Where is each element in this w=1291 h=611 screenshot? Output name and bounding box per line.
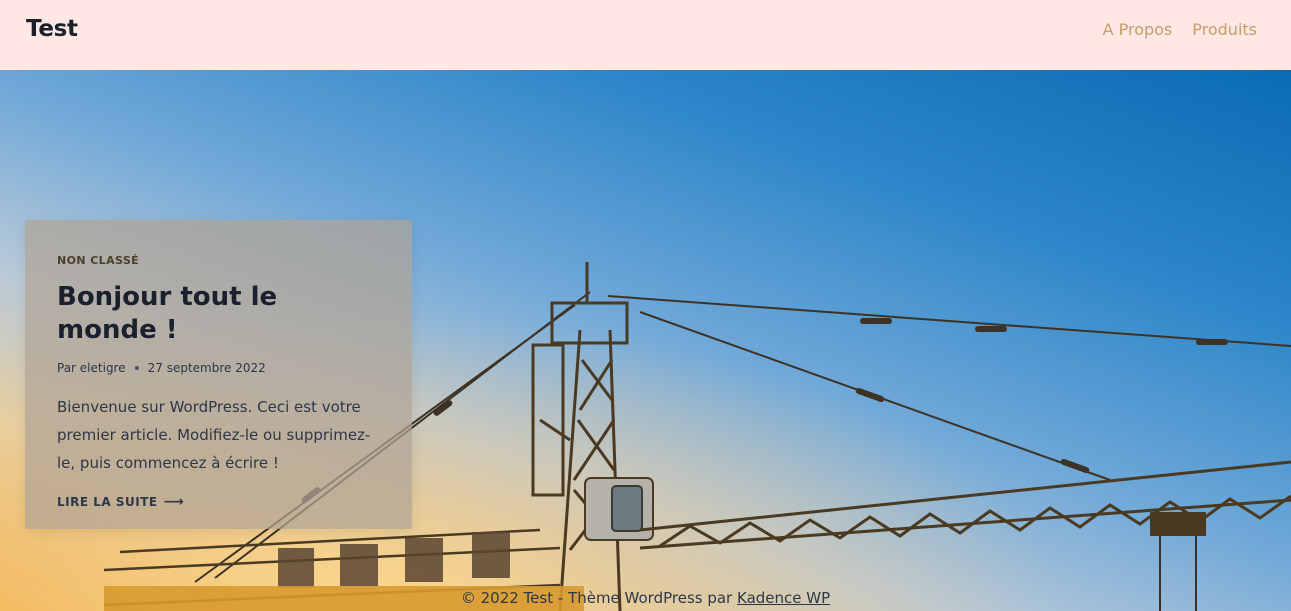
arrow-right-icon: ⟶ xyxy=(163,494,185,510)
post-date[interactable]: 27 septembre 2022 xyxy=(148,361,266,375)
meta-separator xyxy=(134,366,139,370)
hero-background: NON CLASSÉ Bonjour tout le monde ! Par e… xyxy=(0,70,1291,611)
post-category[interactable]: NON CLASSÉ xyxy=(57,254,380,267)
nav-item-produits[interactable]: Produits xyxy=(1192,20,1257,39)
footer-theme-link[interactable]: Kadence WP xyxy=(737,589,830,607)
read-more-link[interactable]: LIRE LA SUITE ⟶ xyxy=(57,494,184,510)
post-meta: Par eletigre 27 septembre 2022 xyxy=(57,361,380,375)
site-title[interactable]: Test xyxy=(26,16,78,42)
post-card: NON CLASSÉ Bonjour tout le monde ! Par e… xyxy=(25,220,412,529)
post-author[interactable]: Par eletigre xyxy=(57,361,126,375)
footer-copyright: © 2022 Test - Thème WordPress par xyxy=(460,589,737,607)
primary-nav: A Propos Produits xyxy=(1103,20,1257,39)
post-excerpt: Bienvenue sur WordPress. Ceci est votre … xyxy=(57,398,371,472)
site-header: Test A Propos Produits xyxy=(0,0,1291,70)
read-more-label: LIRE LA SUITE xyxy=(57,495,158,509)
post-title[interactable]: Bonjour tout le monde ! xyxy=(57,281,380,346)
site-footer: © 2022 Test - Thème WordPress par Kadenc… xyxy=(0,589,1291,611)
nav-item-a-propos[interactable]: A Propos xyxy=(1103,20,1173,39)
